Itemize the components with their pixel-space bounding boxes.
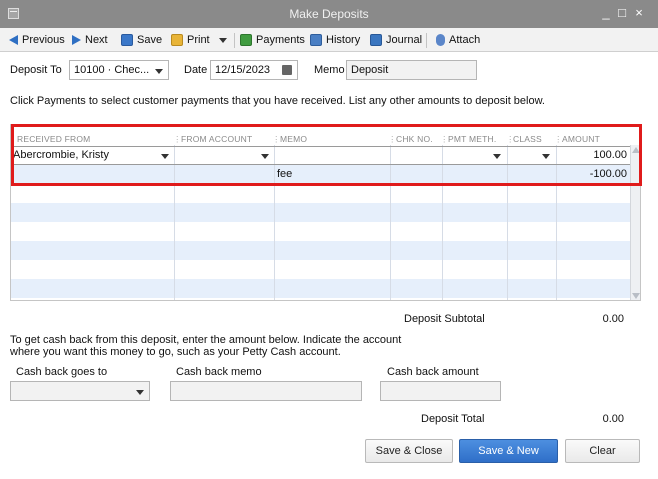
- arrow-left-icon: [9, 35, 18, 45]
- print-label: Print: [187, 34, 210, 46]
- close-button[interactable]: ×: [631, 5, 647, 20]
- cash-back-instructions-line1: To get cash back from this deposit, ente…: [10, 334, 402, 346]
- date-label: Date: [184, 64, 208, 76]
- calendar-icon[interactable]: [282, 65, 292, 75]
- column-header-memo[interactable]: MEMO: [280, 134, 307, 144]
- printer-icon: [171, 34, 183, 46]
- paperclip-icon: [436, 34, 445, 46]
- payments-label: Payments: [256, 34, 305, 46]
- payments-button[interactable]: Payments: [240, 32, 305, 48]
- history-button[interactable]: History: [310, 32, 360, 48]
- cash-back-goes-to-label: Cash back goes to: [16, 366, 108, 378]
- memo-label: Memo: [314, 64, 345, 76]
- previous-label: Previous: [22, 34, 65, 46]
- toolbar-separator: [426, 33, 427, 48]
- deposit-to-dropdown[interactable]: 10100 · Chec...: [69, 60, 169, 80]
- memo-cell[interactable]: fee: [277, 168, 292, 180]
- chevron-down-icon: [136, 390, 144, 395]
- table-row[interactable]: [11, 203, 631, 222]
- column-header-from-account[interactable]: FROM ACCOUNT: [181, 134, 252, 144]
- print-dropdown[interactable]: [219, 32, 227, 48]
- table-row[interactable]: [11, 184, 631, 203]
- print-button[interactable]: Print: [171, 32, 210, 48]
- journal-icon: [370, 34, 382, 46]
- chevron-down-icon: [155, 69, 163, 74]
- column-line: [174, 145, 175, 300]
- column-line: [274, 145, 275, 300]
- toolbar-separator: [234, 33, 235, 48]
- maximize-button[interactable]: □: [614, 5, 630, 20]
- cash-back-amount-field[interactable]: [380, 381, 501, 401]
- save-close-button[interactable]: Save & Close: [365, 439, 453, 463]
- title-bar: Make Deposits _ □ ×: [0, 0, 658, 28]
- table-row[interactable]: [11, 260, 631, 279]
- column-header-received-from[interactable]: RECEIVED FROM: [17, 134, 90, 144]
- chevron-down-icon[interactable]: [493, 154, 501, 159]
- column-header-chk-no[interactable]: CHK NO.: [396, 134, 433, 144]
- cash-back-goes-to-dropdown[interactable]: [10, 381, 150, 401]
- deposit-total-label: Deposit Total: [421, 413, 485, 425]
- cash-back-memo-field[interactable]: [170, 381, 362, 401]
- cash-back-memo-label: Cash back memo: [176, 366, 262, 378]
- amount-cell[interactable]: 100.00: [559, 149, 627, 161]
- payments-icon: [240, 34, 252, 46]
- chevron-down-icon[interactable]: [161, 154, 169, 159]
- next-button[interactable]: Next: [72, 32, 108, 48]
- chevron-down-icon[interactable]: [542, 154, 550, 159]
- table-row[interactable]: [11, 279, 631, 298]
- save-button[interactable]: Save: [121, 32, 162, 48]
- cash-back-amount-label: Cash back amount: [387, 366, 479, 378]
- minimize-button[interactable]: _: [598, 5, 614, 20]
- window-title: Make Deposits: [289, 7, 369, 21]
- memo-field[interactable]: Deposit: [346, 60, 477, 80]
- toolbar: Previous Next Save Print Payments Histor…: [0, 28, 658, 52]
- arrow-right-icon: [72, 35, 81, 45]
- column-header-amount[interactable]: AMOUNT: [562, 134, 600, 144]
- date-field[interactable]: 12/15/2023: [210, 60, 298, 80]
- amount-cell[interactable]: -100.00: [559, 168, 627, 180]
- column-line: [442, 145, 443, 300]
- column-line: [507, 145, 508, 300]
- table-row[interactable]: [11, 222, 631, 241]
- attach-label: Attach: [449, 34, 481, 46]
- instructions-text: Click Payments to select customer paymen…: [10, 95, 545, 107]
- deposit-to-label: Deposit To: [10, 64, 62, 76]
- deposit-total-value: 0.00: [602, 413, 624, 425]
- chevron-down-icon[interactable]: [261, 154, 269, 159]
- next-label: Next: [85, 34, 108, 46]
- save-label: Save: [137, 34, 163, 46]
- received-from-cell[interactable]: Abercrombie, Kristy: [13, 149, 109, 161]
- grid-scrollbar[interactable]: [630, 145, 640, 300]
- floppy-disk-icon: [121, 34, 133, 46]
- deposit-grid: RECEIVED FROM ⋮ FROM ACCOUNT ⋮ MEMO ⋮ CH…: [10, 124, 641, 301]
- scroll-up-icon[interactable]: [632, 147, 640, 153]
- deposit-to-value: 10100 · Chec...: [74, 64, 150, 76]
- column-line: [390, 145, 391, 300]
- deposit-subtotal-label: Deposit Subtotal: [404, 313, 485, 325]
- table-row[interactable]: [11, 165, 631, 184]
- history-icon: [310, 34, 322, 46]
- journal-label: Journal: [386, 34, 423, 46]
- save-new-button[interactable]: Save & New: [459, 439, 558, 463]
- previous-button[interactable]: Previous: [9, 32, 65, 48]
- column-header-class[interactable]: CLASS: [513, 134, 542, 144]
- journal-button[interactable]: Journal: [370, 32, 422, 48]
- history-label: History: [326, 34, 361, 46]
- clear-button[interactable]: Clear: [565, 439, 640, 463]
- chevron-down-icon: [219, 37, 227, 43]
- column-line: [556, 145, 557, 300]
- table-row[interactable]: [11, 241, 631, 260]
- date-value: 12/15/2023: [215, 64, 271, 76]
- attach-button[interactable]: Attach: [436, 32, 480, 48]
- scroll-down-icon[interactable]: [632, 293, 640, 299]
- deposit-subtotal-value: 0.00: [602, 313, 624, 325]
- cash-back-instructions-line2: where you want this money to go, such as…: [10, 346, 341, 358]
- column-header-pmt-meth[interactable]: PMT METH.: [448, 134, 496, 144]
